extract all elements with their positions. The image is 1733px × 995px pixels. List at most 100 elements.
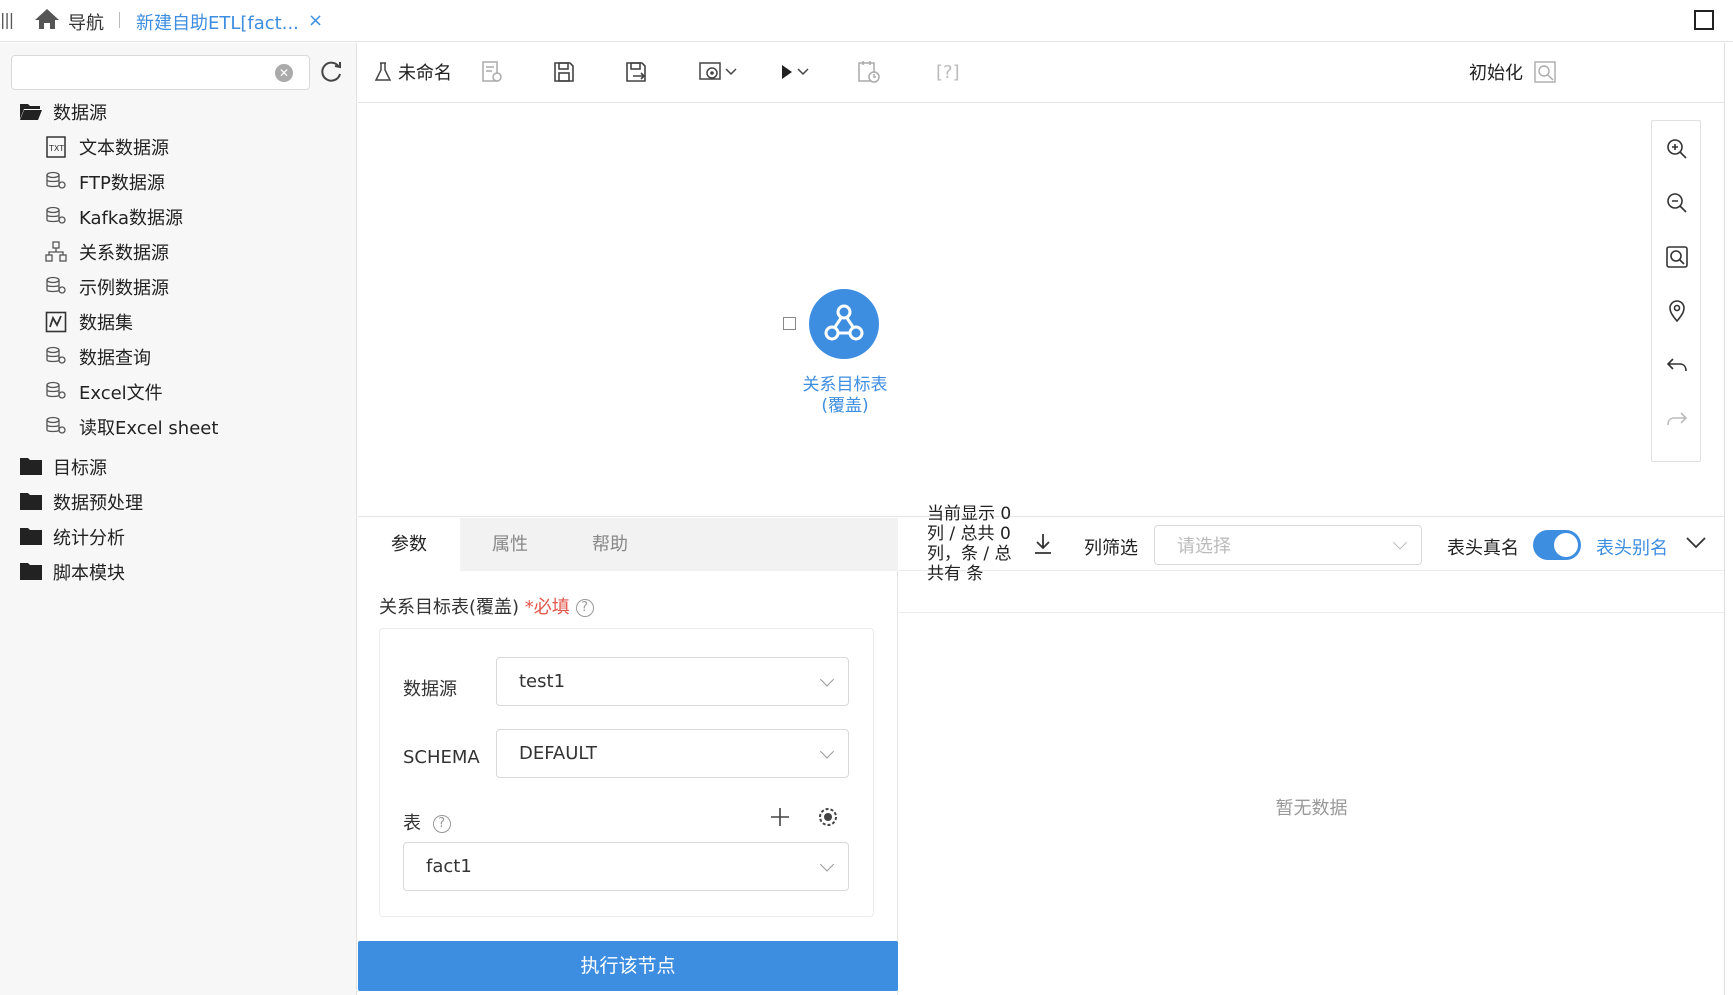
database-icon bbox=[45, 276, 69, 298]
form-card: 数据源 test1 SCHEMA DEFAULT 表 ? fact1 bbox=[379, 628, 874, 917]
properties-button[interactable] bbox=[480, 57, 504, 87]
chevron-down-icon bbox=[724, 67, 738, 77]
sidebar-folder-label: 数据预处理 bbox=[53, 493, 143, 514]
database-icon bbox=[45, 381, 69, 403]
sidebar-item-label: Excel文件 bbox=[79, 383, 163, 404]
document-settings-icon bbox=[480, 60, 504, 84]
table-settings-icon[interactable] bbox=[816, 805, 840, 829]
sidebar-item-label: 关系数据源 bbox=[79, 243, 169, 264]
chevron-down-icon bbox=[819, 856, 835, 872]
table-select[interactable]: fact1 bbox=[403, 842, 849, 891]
column-count-text: 当前显示 0 列 / 总共 0 列，条 / 总共有 条 bbox=[927, 504, 1012, 584]
sidebar-folder-label: 统计分析 bbox=[53, 528, 125, 549]
sidebar-item-relational-source[interactable]: 关系数据源 bbox=[45, 239, 169, 265]
sidebar-folder-label: 脚本模块 bbox=[53, 563, 125, 584]
tab-help[interactable]: 帮助 bbox=[560, 518, 660, 571]
params-panel: 参数 属性 帮助 关系目标表(覆盖) *必填 ? 数据源 test1 SCHEM… bbox=[358, 518, 898, 995]
clear-icon[interactable]: ✕ bbox=[275, 64, 293, 82]
node-label-line1: 关系目标表 bbox=[802, 375, 888, 395]
datasource-select[interactable]: test1 bbox=[496, 657, 849, 706]
datasource-label: 数据源 bbox=[403, 679, 457, 700]
help-icon[interactable]: ? bbox=[575, 599, 594, 617]
save-as-icon bbox=[624, 60, 650, 84]
search-input[interactable] bbox=[11, 55, 310, 90]
menu-icon[interactable]: ||| bbox=[0, 10, 14, 30]
home-icon[interactable] bbox=[34, 8, 60, 32]
node-label[interactable]: 关系目标表 (覆盖) bbox=[790, 375, 900, 417]
folder-open-icon bbox=[19, 101, 43, 123]
sidebar-item-excel-file[interactable]: Excel文件 bbox=[45, 379, 163, 405]
sidebar-item-label: FTP数据源 bbox=[79, 173, 165, 194]
zoom-in-icon[interactable] bbox=[1665, 137, 1689, 161]
sidebar-folder-label: 目标源 bbox=[53, 458, 107, 479]
sidebar-folder-preprocess[interactable]: 数据预处理 bbox=[19, 489, 143, 515]
play-icon bbox=[778, 62, 796, 82]
flask-icon bbox=[374, 62, 392, 82]
add-table-icon[interactable] bbox=[768, 805, 792, 829]
init-button[interactable]: 初始化 bbox=[1463, 57, 1557, 87]
sidebar-item-sample-source[interactable]: 示例数据源 bbox=[45, 274, 169, 300]
zoom-out-icon[interactable] bbox=[1665, 191, 1689, 215]
save-button[interactable] bbox=[552, 57, 576, 87]
download-icon[interactable] bbox=[1032, 532, 1054, 556]
share-network-icon bbox=[824, 304, 864, 341]
sidebar-item-data-query[interactable]: 数据查询 bbox=[45, 344, 151, 370]
window-edge bbox=[1724, 43, 1733, 995]
sidebar-item-kafka-source[interactable]: Kafka数据源 bbox=[45, 204, 183, 230]
init-label: 初始化 bbox=[1469, 63, 1523, 84]
column-filter-placeholder: 请选择 bbox=[1177, 536, 1231, 557]
help-icon[interactable]: ? bbox=[432, 815, 451, 833]
undo-icon[interactable] bbox=[1665, 353, 1689, 377]
tab-params[interactable]: 参数 bbox=[358, 518, 460, 571]
settings-dropdown[interactable] bbox=[698, 57, 738, 87]
tab-close-icon[interactable]: × bbox=[308, 10, 323, 31]
node-label-line2: (覆盖) bbox=[821, 396, 869, 416]
refresh-icon[interactable] bbox=[318, 59, 344, 85]
flow-canvas[interactable] bbox=[358, 104, 1724, 517]
table-header-divider bbox=[899, 612, 1724, 613]
table-value: fact1 bbox=[426, 856, 472, 877]
sidebar-item-label: 数据集 bbox=[79, 313, 133, 334]
nav-label[interactable]: 导航 bbox=[68, 9, 104, 35]
rename-button[interactable]: 未命名 bbox=[374, 57, 452, 87]
sidebar-folder-label: 数据源 bbox=[53, 103, 107, 124]
help-button[interactable]: [?] bbox=[936, 57, 960, 87]
save-as-button[interactable] bbox=[624, 57, 650, 87]
sidebar-item-excel-sheet[interactable]: 读取Excel sheet bbox=[45, 414, 218, 440]
sidebar-folder-datasource[interactable]: 数据源 bbox=[19, 99, 107, 125]
header-name-toggle[interactable] bbox=[1533, 530, 1581, 560]
sidebar-item-ftp-source[interactable]: FTP数据源 bbox=[45, 169, 165, 195]
relation-icon bbox=[45, 241, 69, 263]
sidebar-item-text-source[interactable]: TXT 文本数据源 bbox=[45, 134, 169, 160]
fit-view-icon[interactable] bbox=[1665, 245, 1689, 269]
redo-icon[interactable] bbox=[1665, 407, 1689, 431]
schema-select[interactable]: DEFAULT bbox=[496, 729, 849, 778]
relation-target-node[interactable] bbox=[809, 289, 879, 359]
folder-icon bbox=[19, 561, 43, 583]
table-label-row: 表 ? bbox=[403, 809, 451, 835]
tab-attributes[interactable]: 属性 bbox=[460, 518, 560, 571]
tab-etl[interactable]: 新建自助ETL[fact... bbox=[136, 9, 299, 35]
column-filter-select[interactable]: 请选择 bbox=[1154, 525, 1422, 565]
sidebar-folder-target[interactable]: 目标源 bbox=[19, 454, 107, 480]
etl-name: 未命名 bbox=[398, 63, 452, 84]
execute-node-button[interactable]: 执行该节点 bbox=[358, 941, 898, 991]
maximize-icon[interactable] bbox=[1694, 10, 1714, 30]
section-title: 关系目标表(覆盖) *必填 ? bbox=[379, 593, 594, 619]
sidebar-item-dataset[interactable]: 数据集 bbox=[45, 309, 133, 335]
text-file-icon: TXT bbox=[45, 136, 69, 158]
schedule-button[interactable] bbox=[856, 57, 882, 87]
folder-icon bbox=[19, 491, 43, 513]
column-filter-label: 列筛选 bbox=[1084, 538, 1138, 559]
chevron-down-icon bbox=[796, 67, 810, 77]
node-checkbox[interactable] bbox=[783, 317, 796, 330]
run-dropdown[interactable] bbox=[778, 57, 810, 87]
sidebar-folder-script[interactable]: 脚本模块 bbox=[19, 559, 125, 585]
collapse-chevron-icon[interactable] bbox=[1684, 530, 1708, 554]
required-text: *必填 bbox=[524, 597, 570, 618]
chevron-down-icon bbox=[819, 671, 835, 687]
location-icon[interactable] bbox=[1665, 299, 1689, 323]
sidebar-folder-statistics[interactable]: 统计分析 bbox=[19, 524, 125, 550]
sidebar: ✕ 数据源 TXT 文本数据源 FTP数据源 Kafka数据源 关系数据源 示例… bbox=[0, 43, 357, 995]
database-icon bbox=[45, 206, 69, 228]
